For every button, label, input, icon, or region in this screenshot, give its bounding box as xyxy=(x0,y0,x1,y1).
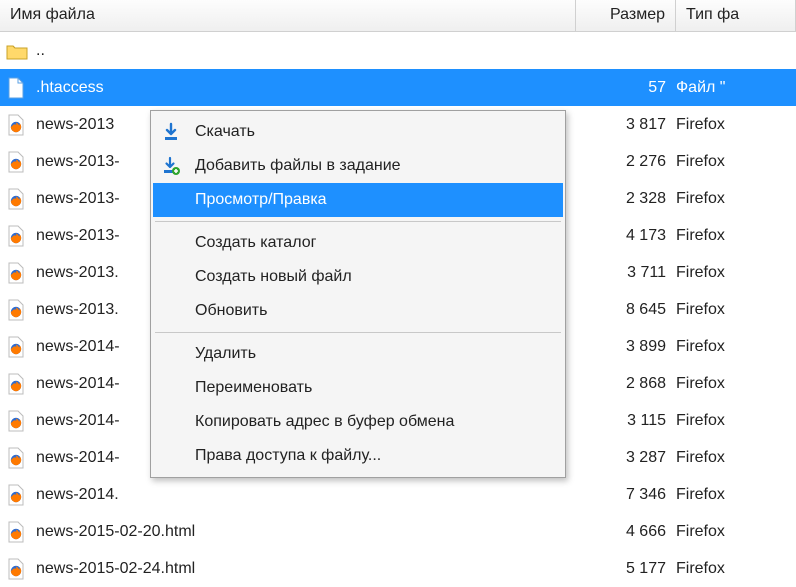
column-header-name[interactable]: Имя файла xyxy=(0,0,576,31)
file-type: Firefox xyxy=(676,412,790,430)
file-size: 3 711 xyxy=(576,264,676,282)
file-size: 7 346 xyxy=(576,486,676,504)
file-type: Firefox xyxy=(676,560,790,578)
menu-label: Создать каталог xyxy=(195,234,553,252)
file-name: news-2015-02-24.html xyxy=(36,560,576,578)
menu-item-create-file[interactable]: Создать новый файл xyxy=(153,260,563,294)
column-header-size[interactable]: Размер xyxy=(576,0,676,31)
menu-item-rename[interactable]: Переименовать xyxy=(153,371,563,405)
menu-label: Обновить xyxy=(195,302,553,320)
menu-label: Права доступа к файлу... xyxy=(195,447,553,465)
file-size: 3 287 xyxy=(576,449,676,467)
file-type: Firefox xyxy=(676,523,790,541)
file-type: Firefox xyxy=(676,190,790,208)
menu-item-delete[interactable]: Удалить xyxy=(153,337,563,371)
file-row[interactable]: news-2014.7 346Firefox xyxy=(0,476,796,513)
firefox-file-icon xyxy=(6,410,28,432)
file-size: 3 115 xyxy=(576,412,676,430)
file-size: 2 328 xyxy=(576,190,676,208)
firefox-file-icon xyxy=(6,114,28,136)
menu-item-permissions[interactable]: Права доступа к файлу... xyxy=(153,439,563,473)
file-size: 4 666 xyxy=(576,523,676,541)
file-row[interactable]: news-2015-02-20.html4 666Firefox xyxy=(0,513,796,550)
file-type: Firefox xyxy=(676,301,790,319)
blank-icon xyxy=(161,266,189,288)
blank-icon xyxy=(161,189,189,211)
menu-label: Удалить xyxy=(195,345,553,363)
firefox-file-icon xyxy=(6,484,28,506)
blank-icon xyxy=(161,232,189,254)
firefox-file-icon xyxy=(6,225,28,247)
file-type: Firefox xyxy=(676,227,790,245)
file-type: Файл " xyxy=(676,79,790,97)
firefox-file-icon xyxy=(6,558,28,580)
file-type: Firefox xyxy=(676,449,790,467)
file-row[interactable]: news-2015-02-24.html5 177Firefox xyxy=(0,550,796,587)
file-size: 5 177 xyxy=(576,560,676,578)
file-type: Firefox xyxy=(676,486,790,504)
menu-item-refresh[interactable]: Обновить xyxy=(153,294,563,328)
file-size: 2 276 xyxy=(576,153,676,171)
menu-label: Скачать xyxy=(195,123,553,141)
menu-label: Переименовать xyxy=(195,379,553,397)
file-type: Firefox xyxy=(676,153,790,171)
file-type: Firefox xyxy=(676,375,790,393)
file-type: Firefox xyxy=(676,338,790,356)
menu-label: Создать новый файл xyxy=(195,268,553,286)
firefox-file-icon xyxy=(6,521,28,543)
file-name: news-2015-02-20.html xyxy=(36,523,576,541)
file-size: 4 173 xyxy=(576,227,676,245)
blank-icon xyxy=(161,343,189,365)
download-add-icon xyxy=(161,155,189,177)
firefox-file-icon xyxy=(6,188,28,210)
blank-icon xyxy=(161,411,189,433)
file-size: 3 899 xyxy=(576,338,676,356)
menu-item-view-edit[interactable]: Просмотр/Правка xyxy=(153,183,563,217)
file-name: .htaccess xyxy=(36,79,576,97)
parent-dir-row[interactable]: .. xyxy=(0,32,796,69)
folder-up-icon xyxy=(6,40,28,62)
menu-separator xyxy=(155,221,561,222)
firefox-file-icon xyxy=(6,373,28,395)
menu-separator xyxy=(155,332,561,333)
file-type: Firefox xyxy=(676,116,790,134)
firefox-file-icon xyxy=(6,299,28,321)
context-menu: Скачать Добавить файлы в задание Просмот… xyxy=(150,110,566,478)
firefox-file-icon xyxy=(6,336,28,358)
menu-item-create-dir[interactable]: Создать каталог xyxy=(153,226,563,260)
download-icon xyxy=(161,121,189,143)
file-type: Firefox xyxy=(676,264,790,282)
file-name: .. xyxy=(36,42,576,60)
blank-icon xyxy=(161,300,189,322)
file-size: 57 xyxy=(576,79,676,97)
column-header: Имя файла Размер Тип фа xyxy=(0,0,796,32)
file-size: 3 817 xyxy=(576,116,676,134)
column-header-type[interactable]: Тип фа xyxy=(676,0,796,31)
firefox-file-icon xyxy=(6,447,28,469)
menu-label: Просмотр/Правка xyxy=(195,191,553,209)
firefox-file-icon xyxy=(6,151,28,173)
file-size: 8 645 xyxy=(576,301,676,319)
file-row-selected[interactable]: .htaccess 57 Файл " xyxy=(0,69,796,106)
file-size: 2 868 xyxy=(576,375,676,393)
file-name: news-2014. xyxy=(36,486,576,504)
menu-label: Копировать адрес в буфер обмена xyxy=(195,413,553,431)
blank-icon xyxy=(161,445,189,467)
file-icon xyxy=(6,77,28,99)
menu-item-add-to-task[interactable]: Добавить файлы в задание xyxy=(153,149,563,183)
menu-label: Добавить файлы в задание xyxy=(195,157,553,175)
menu-item-download[interactable]: Скачать xyxy=(153,115,563,149)
firefox-file-icon xyxy=(6,262,28,284)
menu-item-copy-address[interactable]: Копировать адрес в буфер обмена xyxy=(153,405,563,439)
blank-icon xyxy=(161,377,189,399)
